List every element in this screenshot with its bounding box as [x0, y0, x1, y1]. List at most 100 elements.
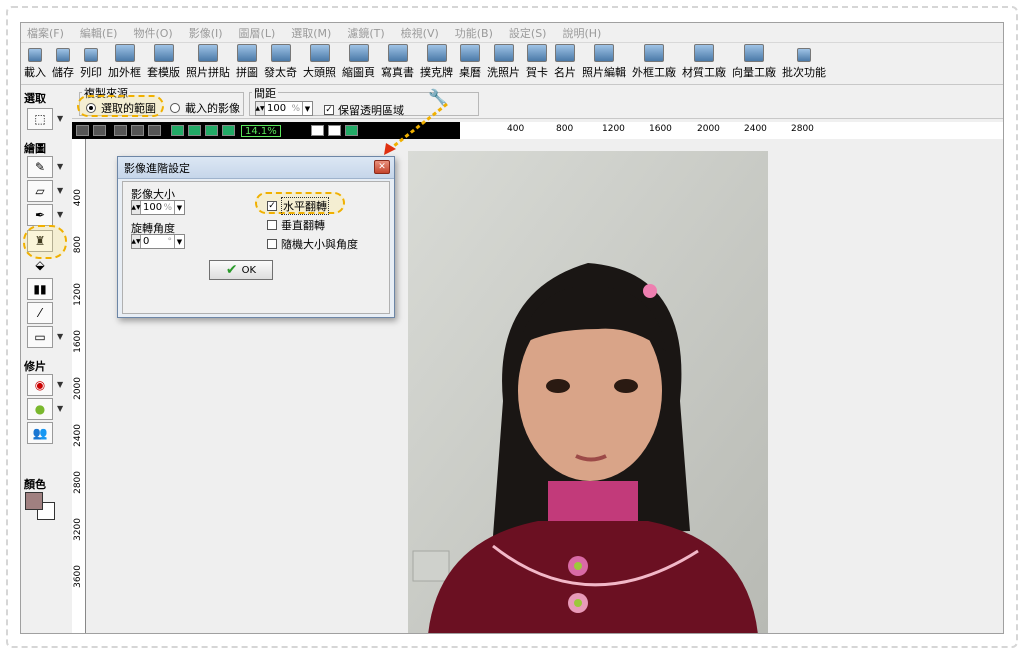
id-photo-icon: [309, 44, 330, 62]
marquee-tool[interactable]: ⬚: [27, 108, 53, 130]
toolbar-texture-factory-button[interactable]: 材質工廠: [679, 43, 729, 84]
playing-cards-icon: [426, 44, 447, 62]
toolbar-puzzle-button[interactable]: 拼圖: [233, 43, 261, 84]
photo-illustration: [408, 151, 768, 633]
toolbar-photobook-button[interactable]: 寫真書: [378, 43, 417, 84]
folder-open-icon: [28, 48, 42, 62]
smooth-skin-tool[interactable]: ●: [27, 398, 53, 420]
toolbar-vector-factory-button[interactable]: 向量工廠: [729, 43, 779, 84]
checkmark-icon: ✔: [225, 262, 238, 278]
chevron-down-icon[interactable]: ▼: [57, 210, 63, 219]
section-color: 顏色: [24, 478, 46, 491]
people-icon: 👥: [32, 426, 48, 440]
marquee-icon: ⬚: [34, 112, 46, 126]
menu-file[interactable]: 檔案(F): [21, 25, 74, 41]
brush-tool[interactable]: ✎: [27, 156, 53, 178]
rectangle-tool[interactable]: ▭: [27, 326, 53, 348]
red-eye-tool[interactable]: ◉: [27, 374, 53, 396]
stepper-arrows-icon[interactable]: ▲▼: [131, 201, 141, 214]
chevron-down-icon[interactable]: ▼: [57, 114, 63, 123]
main-toolbar: 載入 儲存 列印 加外框 套模版 照片拼貼 拼圖 發太奇 大頭照 縮圖頁 寫真書…: [21, 43, 1003, 85]
toolbar-batch-button[interactable]: 批次功能: [779, 43, 829, 84]
rectangle-icon: ▭: [34, 330, 46, 344]
eraser-tool[interactable]: ▱: [27, 180, 53, 202]
photo-edit-icon: [594, 44, 614, 62]
printer-icon: [84, 48, 98, 62]
toolbar-montage-button[interactable]: 發太奇: [261, 43, 300, 84]
app-window: 檔案(F) 編輯(E) 物件(O) 影像(I) 圖層(L) 選取(M) 濾鏡(T…: [20, 22, 1004, 634]
ruler-tick: 2400: [73, 424, 83, 447]
chevron-down-icon[interactable]: ▼: [57, 332, 63, 341]
flip-vertical-checkbox[interactable]: 垂直翻轉: [267, 217, 325, 233]
menu-filter[interactable]: 濾鏡(T): [341, 25, 394, 41]
menu-object[interactable]: 物件(O): [127, 25, 182, 41]
foreground-color-swatch[interactable]: [25, 492, 43, 510]
chevron-down-icon[interactable]: ▼: [57, 186, 63, 195]
toolbar-frame-factory-button[interactable]: 外框工廠: [629, 43, 679, 84]
chevron-down-icon[interactable]: ▼: [174, 235, 184, 248]
people-tool[interactable]: 👥: [27, 422, 53, 444]
toolbar-print-photo-button[interactable]: 洗照片: [484, 43, 523, 84]
frame-icon: [114, 44, 135, 62]
ruler-tick: 1600: [73, 330, 83, 353]
eye-icon: ◉: [34, 378, 46, 392]
toolbar-photo-edit-button[interactable]: 照片編輯: [579, 43, 629, 84]
toolbar-card-button[interactable]: 賀卡: [523, 43, 551, 84]
ruler-tick: 800: [73, 236, 83, 254]
section-select: 選取: [24, 92, 46, 105]
gradient-tool[interactable]: ▮▮: [27, 278, 53, 300]
toolbar-thumbnail-page-button[interactable]: 縮圖頁: [339, 43, 378, 84]
toolbar-add-frame-button[interactable]: 加外框: [105, 43, 144, 84]
paint-bucket-icon: ⬙: [35, 258, 45, 272]
menu-layer[interactable]: 圖層(L): [233, 25, 286, 41]
pen-icon: ✒: [34, 208, 46, 222]
greeting-card-icon: [527, 44, 547, 62]
gradient-icon: ▮▮: [33, 282, 47, 296]
ruler-tick: 1200: [602, 124, 625, 134]
random-size-angle-checkbox[interactable]: 隨機大小與角度: [267, 236, 358, 252]
menu-view[interactable]: 檢視(V): [395, 25, 449, 41]
menu-help[interactable]: 說明(H): [556, 25, 611, 41]
ruler-tick: 2000: [697, 124, 720, 134]
chevron-down-icon[interactable]: ▼: [174, 201, 184, 214]
eyedropper-tool[interactable]: ⁄: [27, 302, 53, 324]
toolbar-poker-button[interactable]: 撲克牌: [417, 43, 456, 84]
highlight-annotation: [23, 225, 67, 259]
ok-button[interactable]: ✔ OK: [209, 260, 273, 280]
person-icon: [270, 44, 291, 62]
texture-icon: [694, 44, 714, 62]
business-card-icon: [555, 44, 575, 62]
chevron-down-icon[interactable]: ▼: [57, 162, 63, 171]
menu-image[interactable]: 影像(I): [183, 25, 233, 41]
ruler-tick: 1200: [73, 283, 83, 306]
vertical-ruler: 400 800 1200 1600 2000 2400 2800 3200 36…: [72, 139, 86, 633]
ruler-tick: 2800: [73, 471, 83, 494]
toolbar-print-button[interactable]: 列印: [77, 43, 105, 84]
toolbar-calendar-button[interactable]: 桌曆: [456, 43, 484, 84]
tool-panel: 選取 ⬚ ▼ 繪圖 ✎ ▼ ▱ ▼ ✒ ▼ ♜ ⬙ ▮▮ ⁄ ▭ ▼ 修片 ◉ …: [21, 86, 71, 633]
pen-tool[interactable]: ✒: [27, 204, 53, 226]
menu-select[interactable]: 選取(M): [285, 25, 341, 41]
menu-function[interactable]: 功能(B): [449, 25, 503, 41]
calendar-icon: [460, 44, 480, 62]
ruler-tick: 2000: [73, 377, 83, 400]
rotate-angle-stepper[interactable]: ▲▼ 0 ° ▼: [131, 234, 185, 249]
flip-horizontal-checkbox[interactable]: ✓ 水平翻轉: [267, 197, 329, 215]
close-icon[interactable]: ✕: [374, 160, 390, 174]
ruler-tick: 3200: [73, 518, 83, 541]
menu-settings[interactable]: 設定(S): [503, 25, 557, 41]
toolbar-save-button[interactable]: 儲存: [49, 43, 77, 84]
ruler-tick: 2400: [744, 124, 767, 134]
toolbar-id-photo-button[interactable]: 大頭照: [300, 43, 339, 84]
stepper-arrows-icon[interactable]: ▲▼: [131, 235, 141, 248]
book-icon: [387, 44, 408, 62]
chevron-down-icon[interactable]: ▼: [57, 380, 63, 389]
chevron-down-icon[interactable]: ▼: [57, 404, 63, 413]
toolbar-template-button[interactable]: 套模版: [144, 43, 183, 84]
image-size-stepper[interactable]: ▲▼ 100 % ▼: [131, 200, 185, 215]
toolbar-collage-button[interactable]: 照片拼貼: [183, 43, 233, 84]
toolbar-load-button[interactable]: 載入: [21, 43, 49, 84]
eraser-icon: ▱: [35, 184, 45, 198]
toolbar-business-card-button[interactable]: 名片: [551, 43, 579, 84]
menu-edit[interactable]: 編輯(E): [74, 25, 128, 41]
